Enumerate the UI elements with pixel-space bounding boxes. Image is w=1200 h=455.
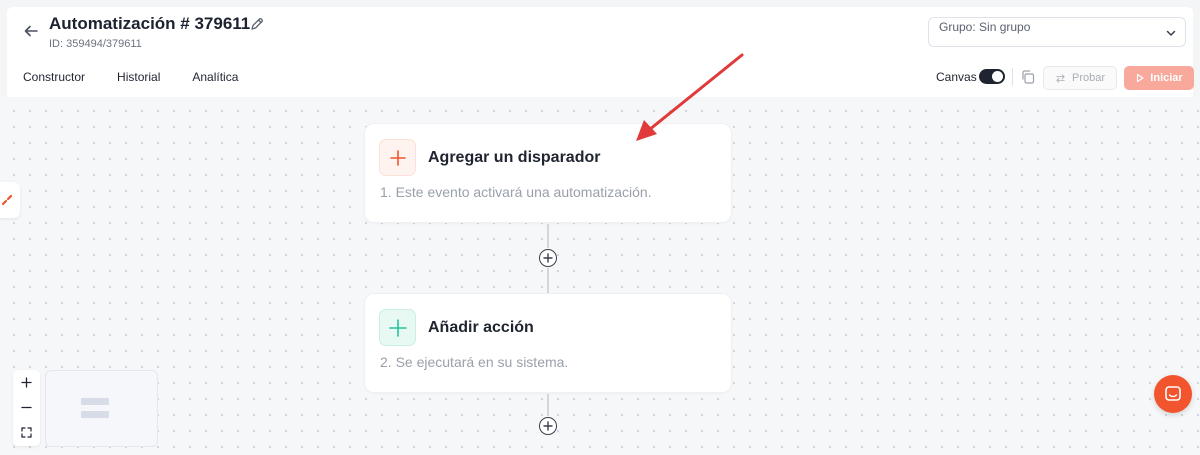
group-select[interactable]: Grupo: Sin grupo bbox=[928, 17, 1186, 47]
insert-step-button[interactable] bbox=[539, 249, 557, 267]
connector-line bbox=[547, 268, 549, 293]
minimap-node bbox=[81, 411, 109, 418]
fit-view-button[interactable] bbox=[13, 420, 40, 445]
zoom-controls bbox=[13, 370, 40, 446]
back-button[interactable] bbox=[21, 21, 41, 41]
zoom-in-button[interactable] bbox=[13, 370, 40, 395]
chevron-down-icon bbox=[1166, 30, 1176, 37]
iniciar-label: Iniciar bbox=[1150, 72, 1183, 84]
plus-icon bbox=[21, 377, 32, 388]
zoom-out-button[interactable] bbox=[13, 395, 40, 420]
trigger-description: 1. Este evento activará una automatizaci… bbox=[380, 184, 652, 200]
chat-icon bbox=[1165, 386, 1181, 401]
trigger-title: Agregar un disparador bbox=[428, 149, 601, 166]
fullscreen-icon bbox=[21, 427, 32, 438]
path-icon bbox=[1, 194, 13, 206]
canvas-toggle-label: Canvas bbox=[936, 70, 977, 84]
swap-icon bbox=[1056, 73, 1065, 83]
trigger-card[interactable]: Agregar un disparador 1. Este evento act… bbox=[364, 123, 732, 223]
minimap[interactable] bbox=[45, 370, 158, 447]
action-card[interactable]: Añadir acción 2. Se ejecutará en su sist… bbox=[364, 293, 732, 393]
automation-id: ID: 359494/379611 bbox=[49, 38, 142, 50]
plus-icon bbox=[389, 149, 406, 166]
tab-analitica[interactable]: Analítica bbox=[192, 70, 238, 84]
add-step-button[interactable] bbox=[539, 417, 557, 435]
canvas-toggle[interactable] bbox=[979, 69, 1005, 84]
trigger-add-icon-box bbox=[379, 139, 416, 176]
probar-button[interactable]: Probar bbox=[1043, 66, 1117, 90]
tab-constructor[interactable]: Constructor bbox=[23, 70, 85, 84]
arrow-left-icon bbox=[24, 25, 38, 37]
plus-icon bbox=[388, 318, 407, 337]
side-panel-tab[interactable] bbox=[0, 182, 20, 218]
plus-icon bbox=[543, 253, 553, 263]
play-icon bbox=[1137, 73, 1144, 83]
connector-line bbox=[547, 394, 549, 416]
minimap-node bbox=[81, 398, 109, 405]
action-title: Añadir acción bbox=[428, 319, 534, 336]
page-title: Automatización # 379611 bbox=[49, 14, 251, 33]
chat-support-button[interactable] bbox=[1154, 375, 1192, 413]
minus-icon bbox=[21, 406, 32, 409]
action-description: 2. Se ejecutará en su sistema. bbox=[380, 354, 569, 370]
connector-line bbox=[547, 224, 549, 248]
group-select-value: Grupo: Sin grupo bbox=[939, 20, 1031, 34]
pencil-icon[interactable] bbox=[249, 16, 265, 32]
plus-icon bbox=[543, 421, 553, 431]
probar-label: Probar bbox=[1071, 72, 1106, 84]
tab-bar: Constructor Historial Analítica bbox=[23, 70, 270, 84]
divider bbox=[1012, 68, 1013, 86]
header: Automatización # 379611 ID: 359494/37961… bbox=[7, 7, 1194, 97]
copy-icon[interactable] bbox=[1020, 69, 1036, 85]
action-add-icon-box bbox=[379, 309, 416, 346]
tab-historial[interactable]: Historial bbox=[117, 70, 160, 84]
iniciar-button[interactable]: Iniciar bbox=[1124, 66, 1194, 90]
